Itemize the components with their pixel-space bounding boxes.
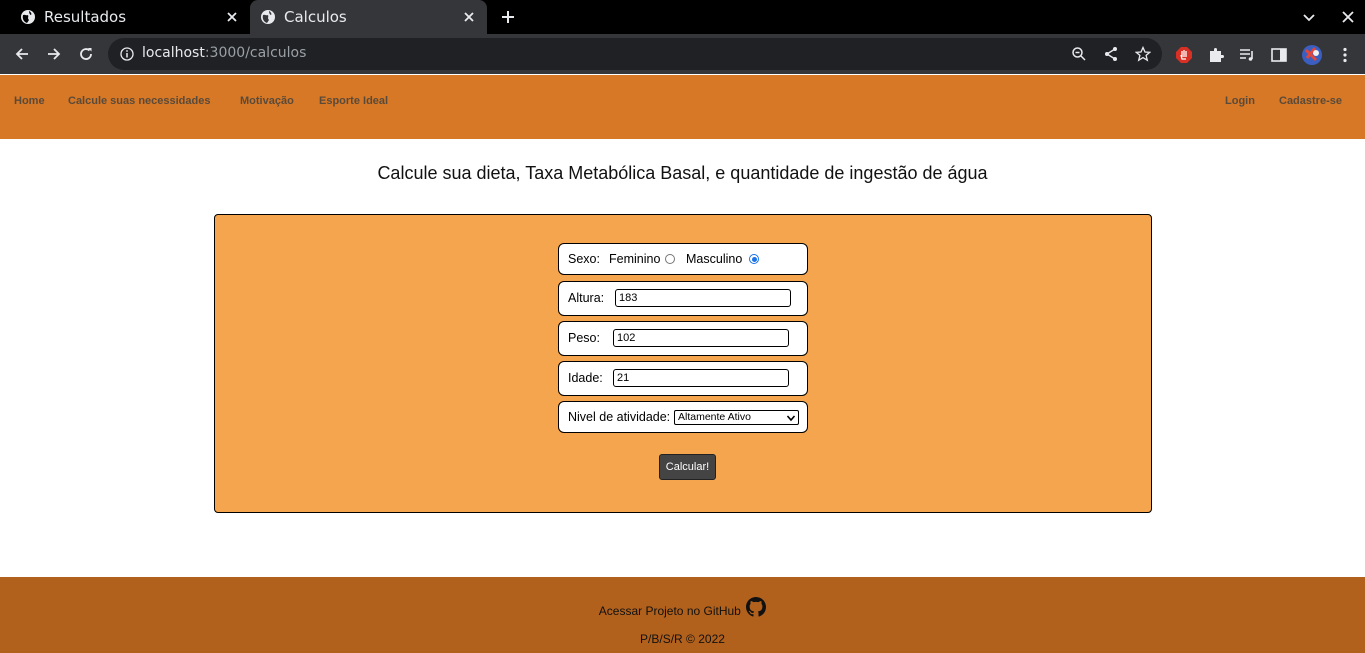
browser-toolbar: localhost:3000/calculos bbox=[0, 34, 1365, 74]
globe-icon bbox=[21, 10, 35, 24]
copyright: P/B/S/R © 2022 bbox=[640, 632, 725, 646]
new-tab-icon[interactable] bbox=[500, 9, 516, 25]
calcular-button[interactable]: Calcular! bbox=[659, 454, 716, 480]
sexo-label: Sexo: bbox=[568, 252, 600, 266]
address-bar[interactable]: localhost:3000/calculos bbox=[108, 38, 1162, 70]
masculino-radio[interactable] bbox=[749, 254, 759, 264]
chevron-down-icon bbox=[786, 415, 796, 422]
nav-link-cadastre[interactable]: Cadastre-se bbox=[1279, 95, 1342, 107]
idade-input[interactable] bbox=[613, 369, 789, 387]
github-link-text: Acessar Projeto no GitHub bbox=[598, 604, 741, 618]
peso-input[interactable] bbox=[613, 329, 789, 347]
altura-input[interactable] bbox=[615, 289, 791, 307]
puzzle-icon[interactable] bbox=[1207, 46, 1225, 64]
peso-label: Peso: bbox=[568, 331, 600, 345]
extension-stop-icon[interactable] bbox=[1175, 46, 1193, 64]
globe-icon bbox=[261, 10, 275, 24]
sexo-field: Sexo: Feminino Masculino bbox=[558, 243, 808, 275]
atividade-field: Nivel de atividade: Altamente Ativo bbox=[558, 401, 808, 433]
menu-icon[interactable] bbox=[1336, 46, 1354, 64]
atividade-selected-value: Altamente Ativo bbox=[678, 411, 751, 423]
github-icon[interactable] bbox=[746, 597, 767, 617]
calc-form-panel: Sexo: Feminino Masculino Altura: Peso: I… bbox=[214, 214, 1152, 513]
tab-title: Resultados bbox=[44, 8, 127, 26]
footer: Acessar Projeto no GitHub P/B/S/R © 2022 bbox=[0, 577, 1365, 653]
atividade-select[interactable]: Altamente Ativo bbox=[674, 410, 799, 425]
idade-field: Idade: bbox=[558, 361, 808, 396]
side-panel-icon[interactable] bbox=[1270, 46, 1288, 64]
altura-field: Altura: bbox=[558, 281, 808, 316]
browser-tab-calculos[interactable]: Calculos bbox=[250, 0, 487, 34]
browser-tab-bar: Resultados Calculos bbox=[0, 0, 1365, 34]
chevron-down-icon[interactable] bbox=[1301, 9, 1317, 25]
masculino-label: Masculino bbox=[686, 252, 743, 266]
idade-label: Idade: bbox=[568, 371, 603, 385]
peso-field: Peso: bbox=[558, 321, 808, 356]
close-icon[interactable] bbox=[461, 9, 477, 25]
nav-link-motivacao[interactable]: Motivação bbox=[240, 95, 294, 107]
altura-label: Altura: bbox=[568, 291, 605, 305]
feminino-label: Feminino bbox=[609, 252, 661, 266]
atividade-label: Nivel de atividade: bbox=[568, 410, 671, 424]
github-link[interactable]: Acessar Projeto no GitHub bbox=[0, 597, 1365, 618]
forward-icon[interactable] bbox=[46, 46, 62, 62]
avatar[interactable] bbox=[1301, 44, 1323, 66]
browser-tab-resultados[interactable]: Resultados bbox=[0, 0, 250, 34]
close-window-icon[interactable] bbox=[1340, 9, 1356, 25]
share-icon[interactable] bbox=[1103, 46, 1119, 62]
page-title: Calcule sua dieta, Taxa Metabólica Basal… bbox=[377, 163, 988, 183]
nav-link-home[interactable]: Home bbox=[14, 95, 45, 107]
media-queue-icon[interactable] bbox=[1238, 46, 1256, 64]
nav-link-calcule[interactable]: Calcule suas necessidades bbox=[68, 95, 210, 107]
zoom-icon[interactable] bbox=[1071, 46, 1087, 62]
nav-link-login[interactable]: Login bbox=[1225, 95, 1255, 107]
info-icon[interactable] bbox=[120, 47, 134, 61]
tab-title: Calculos bbox=[284, 8, 347, 26]
star-icon[interactable] bbox=[1135, 46, 1151, 62]
nav-link-esporte-ideal[interactable]: Esporte Ideal bbox=[319, 95, 388, 107]
url-text: localhost:3000/calculos bbox=[142, 45, 307, 61]
back-icon[interactable] bbox=[14, 46, 30, 62]
close-icon[interactable] bbox=[224, 9, 240, 25]
reload-icon[interactable] bbox=[78, 46, 94, 62]
feminino-radio[interactable] bbox=[665, 254, 675, 264]
site-nav: Home Calcule suas necessidades Motivação… bbox=[0, 75, 1365, 139]
